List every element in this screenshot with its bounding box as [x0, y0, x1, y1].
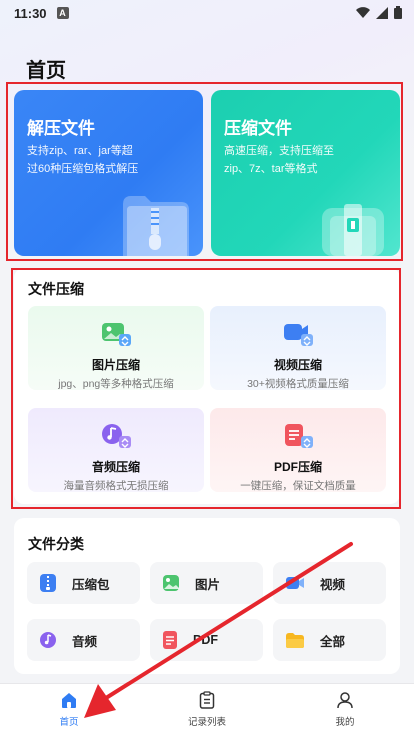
music-icon	[40, 632, 56, 648]
tab-profile[interactable]: 我的	[276, 684, 414, 736]
tab-profile-label: 我的	[335, 717, 355, 728]
home-icon	[62, 693, 76, 708]
category-video-button[interactable]: 视频	[273, 562, 386, 604]
category-archive-button[interactable]: 压缩包	[27, 562, 140, 604]
category-audio-button[interactable]: 音频	[27, 619, 140, 661]
archive-icon	[40, 574, 56, 592]
annotation-box-hero	[6, 82, 403, 261]
pdf-icon	[163, 631, 177, 649]
tab-records-label: 记录列表	[187, 717, 226, 728]
battery-icon	[394, 6, 402, 19]
image-icon	[163, 575, 179, 591]
signal-icon	[376, 6, 388, 19]
category-audio-label: 音频	[72, 634, 98, 649]
category-pdf-label: PDF	[193, 633, 218, 647]
category-archive-label: 压缩包	[72, 577, 110, 592]
tab-records[interactable]: 记录列表	[138, 684, 276, 736]
annotation-box-compress	[11, 268, 401, 509]
category-image-button[interactable]: 图片	[150, 562, 263, 604]
file-category-section: 文件分类 压缩包 图片 视频 音频 PDF 全部	[14, 518, 400, 674]
category-all-label: 全部	[320, 634, 346, 649]
category-video-label: 视频	[320, 577, 346, 592]
file-category-title: 文件分类	[28, 536, 84, 552]
tab-home[interactable]: 首页	[0, 684, 138, 736]
page-title: 首页	[26, 60, 66, 82]
notification-badge-icon: A	[56, 7, 69, 19]
clipboard-icon	[199, 691, 215, 709]
category-image-label: 图片	[195, 577, 221, 592]
category-pdf-button[interactable]: PDF	[150, 619, 263, 661]
user-icon	[337, 692, 353, 709]
video-icon	[286, 577, 304, 589]
status-bar: 11:30 A	[0, 0, 414, 26]
status-time: 11:30	[14, 5, 47, 21]
tab-home-label: 首页	[59, 717, 79, 728]
folder-icon	[286, 632, 304, 648]
category-all-button[interactable]: 全部	[273, 619, 386, 661]
wifi-icon	[356, 6, 370, 18]
bottom-tab-bar: 首页 记录列表 我的	[0, 683, 414, 736]
